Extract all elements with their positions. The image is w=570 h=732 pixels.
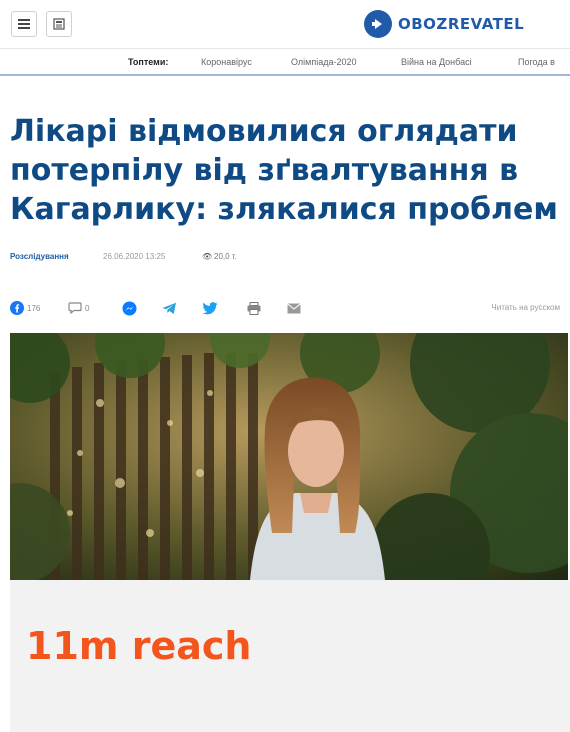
print-button[interactable]: [247, 297, 261, 319]
category-link[interactable]: Розслідування: [10, 252, 69, 261]
site-logo[interactable]: OBOZREVATEL: [364, 10, 524, 38]
hamburger-menu-button[interactable]: [11, 11, 37, 37]
topic-link-coronavirus[interactable]: Коронавірус: [201, 57, 252, 67]
topic-link-weather[interactable]: Погода в: [518, 57, 555, 67]
article-title: Лікарі відмовилися оглядати потерпілу ві…: [10, 114, 558, 227]
topics-bar: Топтеми: Коронавірус Олімпіада-2020 Війн…: [0, 48, 570, 76]
email-icon: [287, 302, 301, 313]
telegram-share-button[interactable]: [162, 297, 177, 319]
share-bar: 176 0 Читать на русском: [10, 297, 570, 319]
topic-link-donbas-war[interactable]: Війна на Донбасі: [401, 57, 472, 67]
messenger-icon: [122, 301, 137, 315]
hamburger-menu-icon: [18, 19, 30, 29]
promo-banner[interactable]: 11m reach: [10, 580, 570, 732]
print-icon: [247, 301, 261, 315]
messenger-share-button[interactable]: [122, 297, 137, 319]
email-share-button[interactable]: [287, 297, 301, 319]
comments-icon: [68, 302, 82, 314]
twitter-icon: [202, 301, 218, 314]
article-photo: [10, 333, 568, 580]
comments-button[interactable]: 0: [68, 297, 89, 319]
eye-icon: 👁: [202, 252, 213, 261]
site-header: OBOZREVATEL: [0, 0, 570, 48]
newspaper-button[interactable]: [46, 11, 72, 37]
comments-count: 0: [85, 303, 90, 313]
banner-text: 11m reach: [26, 624, 252, 668]
topics-label: Топтеми:: [128, 57, 169, 67]
topic-link-olympics[interactable]: Олімпіада-2020: [291, 57, 357, 67]
facebook-share-button[interactable]: 176: [10, 297, 40, 319]
twitter-share-button[interactable]: [202, 297, 218, 319]
views-count: 20,0 т.: [214, 252, 237, 261]
arrow-circle-logo-icon: [364, 10, 392, 38]
logo-text: OBOZREVATEL: [398, 15, 525, 33]
newspaper-icon: [53, 18, 65, 30]
telegram-icon: [162, 302, 176, 314]
facebook-icon: [10, 301, 24, 315]
article-page: OBOZREVATEL Топтеми: Коронавірус Олімпіа…: [0, 0, 570, 732]
read-in-russian-link[interactable]: Читать на русском: [491, 303, 560, 312]
publish-date: 26.06.2020 13:25: [103, 252, 166, 261]
facebook-count: 176: [27, 303, 41, 313]
